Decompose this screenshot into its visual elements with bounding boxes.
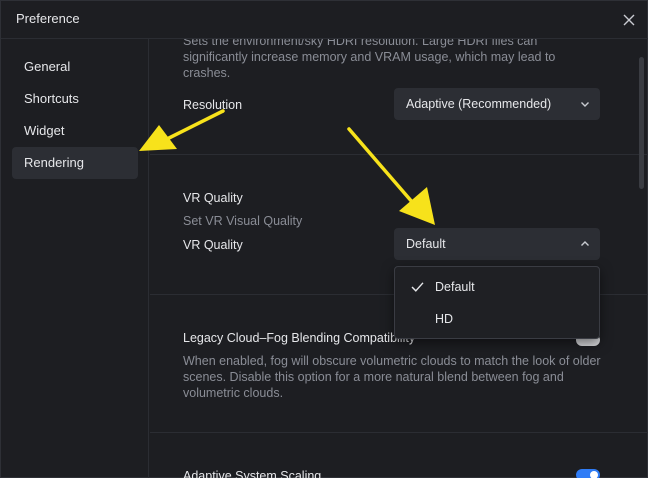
dropdown-option-default[interactable]: Default [395,272,599,302]
chevron-down-icon [581,102,589,107]
adaptive-scaling-toggle[interactable] [576,469,600,478]
dropdown-option-hd[interactable]: HD [395,304,599,334]
vr-quality-label: VR Quality [183,238,243,252]
hdri-description: Sets the environment/sky HDRI resolution… [183,39,556,80]
dialog-title: Preference [16,11,80,26]
vr-quality-subheading: Set VR Visual Quality [183,214,303,228]
dropdown-option-label: Default [435,280,475,294]
legacy-fog-label: Legacy Cloud–Fog Blending Compatibility [183,331,416,345]
vr-quality-select[interactable]: Default [394,228,600,260]
resolution-select[interactable]: Adaptive (Recommended) [394,88,600,120]
sidebar-item-general[interactable]: General [12,51,138,83]
section-divider [150,432,648,433]
sidebar-item-label: Rendering [24,155,84,170]
section-divider [150,154,648,155]
dropdown-option-label: HD [435,312,454,326]
sidebar: General Shortcuts Widget Rendering [1,39,149,478]
check-icon [411,282,424,292]
close-icon [623,14,635,26]
sidebar-item-shortcuts[interactable]: Shortcuts [12,83,138,115]
chevron-up-icon [581,241,589,246]
resolution-value: Adaptive (Recommended) [406,97,552,111]
toggle-knob [590,471,598,478]
sidebar-item-label: Widget [24,123,65,138]
sidebar-item-label: General [24,59,71,74]
vr-quality-dropdown: Default HD [394,266,600,339]
sidebar-item-widget[interactable]: Widget [12,115,138,147]
vr-quality-heading: VR Quality [183,191,243,205]
title-bar: Preference [1,1,648,39]
resolution-label: Resolution [183,98,243,112]
vr-quality-value: Default [406,237,446,251]
close-button[interactable] [619,10,639,30]
sidebar-item-label: Shortcuts [24,91,79,106]
content-scrollbar[interactable] [639,57,644,189]
settings-content: Sets the environment/sky HDRI resolution… [150,39,648,478]
preference-dialog: Preference General Shortcuts Widget Rend… [0,0,648,478]
adaptive-scaling-label: Adaptive System Scaling [183,469,322,478]
sidebar-item-rendering[interactable]: Rendering [12,147,138,179]
legacy-fog-description: When enabled, fog will obscure volumetri… [183,354,601,400]
